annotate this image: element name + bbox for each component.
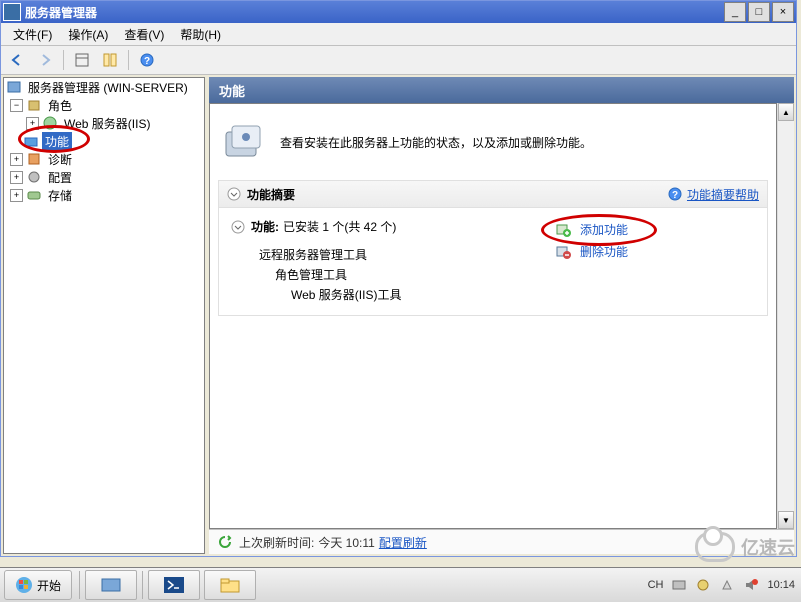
last-refresh-label: 上次刷新时间:	[239, 534, 314, 551]
features-icon	[23, 133, 39, 149]
summary-help-link[interactable]: 功能摘要帮助	[687, 186, 759, 203]
intro-text: 查看安装在此服务器上功能的状态，以及添加或删除功能。	[280, 134, 592, 151]
start-label: 开始	[37, 577, 61, 594]
config-icon	[26, 169, 42, 185]
system-tray: CH 10:14	[642, 571, 801, 599]
main-window: 服务器管理器 _ □ × 文件(F) 操作(A) 查看(V) 帮助(H) ? 服…	[0, 0, 797, 557]
server-icon	[6, 79, 22, 95]
close-button[interactable]: ×	[772, 2, 794, 22]
show-hide-button[interactable]	[70, 48, 94, 72]
iis-icon	[42, 115, 58, 131]
installed-tool-1: 远程服务器管理工具	[259, 245, 555, 265]
menu-help[interactable]: 帮助(H)	[172, 24, 229, 45]
content-body: 查看安装在此服务器上功能的状态，以及添加或删除功能。 功能摘要 ? 功能摘要帮助	[209, 103, 777, 529]
back-button[interactable]	[5, 48, 29, 72]
expand-icon[interactable]: +	[10, 189, 23, 202]
minimize-button[interactable]: _	[724, 2, 746, 22]
ime-indicator[interactable]: CH	[648, 579, 664, 591]
window-title: 服务器管理器	[25, 4, 722, 21]
tree-iis[interactable]: Web 服务器(IIS)	[61, 114, 153, 133]
tray-volume-icon[interactable]	[743, 577, 759, 593]
remove-icon	[555, 243, 571, 259]
installed-tool-3: Web 服务器(IIS)工具	[291, 285, 555, 305]
tree-diagnostics[interactable]: 诊断	[45, 150, 75, 169]
collapse-icon[interactable]: −	[10, 99, 23, 112]
installed-tool-2: 角色管理工具	[275, 265, 555, 285]
task-powershell[interactable]	[148, 570, 200, 600]
properties-button[interactable]	[98, 48, 122, 72]
expand-icon[interactable]: +	[10, 171, 23, 184]
scroll-down-button[interactable]: ▼	[778, 511, 794, 529]
expand-icon[interactable]: +	[10, 153, 23, 166]
start-button[interactable]: 开始	[4, 570, 72, 600]
clock[interactable]: 10:14	[767, 579, 795, 591]
content-panel: 功能 查看安装在此服务器上功能的状态，以及添加或删除功能。	[209, 77, 794, 554]
summary-title: 功能摘要	[247, 186, 667, 203]
features-status: 已安装 1 个(共 42 个)	[283, 218, 396, 235]
help-button[interactable]: ?	[135, 48, 159, 72]
add-icon	[555, 221, 571, 237]
scroll-up-button[interactable]: ▲	[778, 103, 794, 121]
summary-panel: 功能摘要 ? 功能摘要帮助	[218, 180, 768, 316]
refresh-icon	[217, 534, 233, 550]
tree-root[interactable]: 服务器管理器 (WIN-SERVER)	[25, 78, 191, 97]
tree-features[interactable]: 功能	[42, 132, 72, 151]
forward-button[interactable]	[33, 48, 57, 72]
app-icon	[3, 3, 21, 21]
scrollbar[interactable]: ▲ ▼	[777, 103, 794, 529]
tree-panel[interactable]: 服务器管理器 (WIN-SERVER) − 角色 + Web 服务器(IIS) …	[3, 77, 205, 554]
tray-icon[interactable]	[695, 577, 711, 593]
collapse-icon[interactable]	[231, 220, 245, 234]
features-large-icon	[222, 122, 266, 162]
last-refresh-value: 今天 10:11	[318, 534, 374, 551]
configure-refresh-link[interactable]: 配置刷新	[379, 534, 427, 551]
task-explorer[interactable]	[204, 570, 256, 600]
expand-icon[interactable]: +	[26, 117, 39, 130]
menubar: 文件(F) 操作(A) 查看(V) 帮助(H)	[1, 23, 796, 46]
tree-roles[interactable]: 角色	[45, 96, 75, 115]
maximize-button[interactable]: □	[748, 2, 770, 22]
roles-icon	[26, 97, 42, 113]
remove-features-link[interactable]: 删除功能	[580, 243, 628, 260]
tree-storage[interactable]: 存储	[45, 186, 75, 205]
collapse-icon[interactable]	[227, 187, 241, 201]
content-heading: 功能	[209, 77, 794, 103]
add-features-link[interactable]: 添加功能	[580, 221, 628, 238]
help-icon: ?	[667, 186, 683, 202]
diagnostics-icon	[26, 151, 42, 167]
storage-icon	[26, 187, 42, 203]
menu-file[interactable]: 文件(F)	[5, 24, 60, 45]
tray-icon[interactable]	[719, 577, 735, 593]
svg-text:?: ?	[672, 190, 678, 201]
watermark: 亿速云	[695, 532, 795, 562]
menu-action[interactable]: 操作(A)	[60, 24, 116, 45]
menu-view[interactable]: 查看(V)	[116, 24, 172, 45]
toolbar: ?	[1, 46, 796, 75]
svg-text:?: ?	[144, 56, 150, 67]
task-server-manager[interactable]	[85, 570, 137, 600]
tree-configuration[interactable]: 配置	[45, 168, 75, 187]
tray-icon[interactable]	[671, 577, 687, 593]
titlebar[interactable]: 服务器管理器 _ □ ×	[1, 1, 796, 23]
taskbar: 开始 CH 10:14	[0, 567, 801, 602]
features-label: 功能:	[251, 218, 279, 235]
